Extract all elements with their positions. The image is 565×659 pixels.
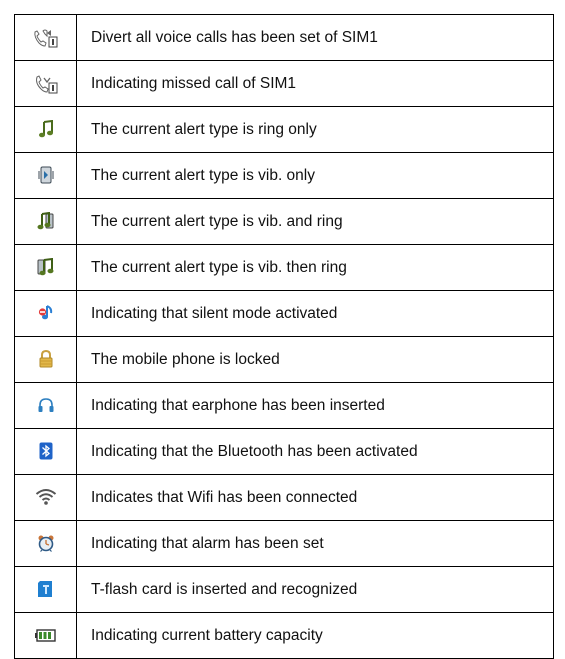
row-description: Indicating that the Bluetooth has been a… [76, 428, 554, 475]
row-description: The mobile phone is locked [76, 336, 554, 383]
row-description: The current alert type is vib. only [76, 152, 554, 199]
row-description: The current alert type is vib. and ring [76, 198, 554, 245]
table-row: The current alert type is vib. then ring [14, 244, 554, 291]
table-row: Indicating that the Bluetooth has been a… [14, 428, 554, 475]
table-row: Divert all voice calls has been set of S… [14, 14, 554, 61]
wifi-icon [35, 489, 56, 506]
table-row: The current alert type is vib. only [14, 152, 554, 199]
tflash-card-icon [37, 581, 52, 598]
vib-only-icon [38, 166, 53, 184]
table-row: Indicating current battery capacity [14, 612, 554, 659]
missed-call-sim1-icon [35, 74, 57, 93]
table-row: The mobile phone is locked [14, 336, 554, 383]
row-description: The current alert type is ring only [76, 106, 554, 153]
phone-locked-icon [39, 350, 52, 368]
row-description: Indicating that alarm has been set [76, 520, 554, 567]
row-description: The current alert type is vib. then ring [76, 244, 554, 291]
table-row: Indicating that earphone has been insert… [14, 382, 554, 429]
row-description: Divert all voice calls has been set of S… [76, 14, 554, 61]
table-row: T-flash card is inserted and recognized [14, 566, 554, 613]
table-row: Indicates that Wifi has been connected [14, 474, 554, 521]
bluetooth-icon [39, 442, 52, 460]
vib-then-ring-icon [37, 258, 53, 276]
status-icon-table: Divert all voice calls has been set of S… [14, 14, 554, 659]
ring-only-icon [38, 120, 53, 138]
call-divert-sim1-icon [33, 29, 57, 47]
table-row: Indicating that silent mode activated [14, 290, 554, 337]
earphone-icon [38, 398, 53, 413]
row-description: Indicating current battery capacity [76, 612, 554, 659]
row-description: Indicating that silent mode activated [76, 290, 554, 337]
table-row: The current alert type is ring only [14, 106, 554, 153]
table-row: Indicating that alarm has been set [14, 520, 554, 567]
row-description: Indicating missed call of SIM1 [76, 60, 554, 107]
alarm-icon [38, 535, 53, 553]
row-description: T-flash card is inserted and recognized [76, 566, 554, 613]
silent-mode-icon [38, 305, 52, 320]
row-description: Indicating that earphone has been insert… [76, 382, 554, 429]
battery-icon [34, 629, 56, 642]
table-row: The current alert type is vib. and ring [14, 198, 554, 245]
vib-and-ring-icon [37, 212, 53, 230]
row-description: Indicates that Wifi has been connected [76, 474, 554, 521]
table-row: Indicating missed call of SIM1 [14, 60, 554, 107]
